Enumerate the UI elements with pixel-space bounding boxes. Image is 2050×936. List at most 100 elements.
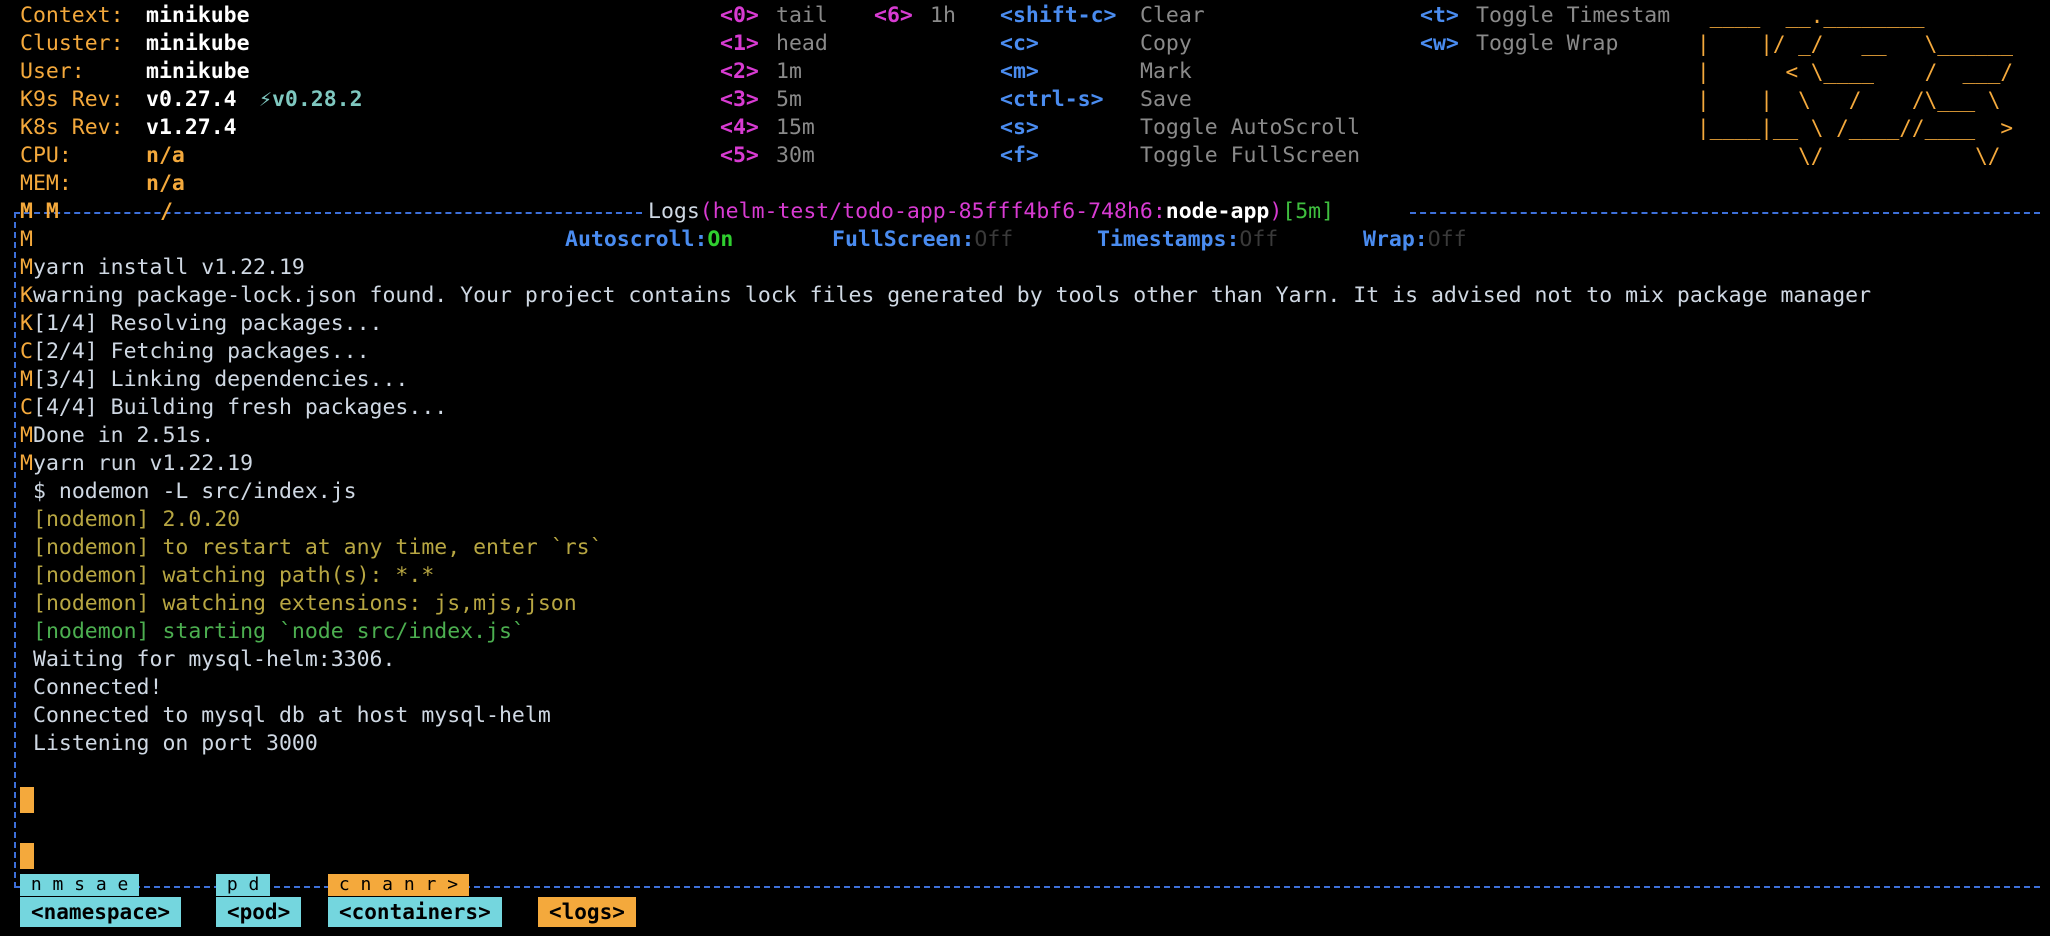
title-path: helm-test/todo-app-85fff4bf6-748h6:	[712, 199, 1166, 224]
shortcut-action: Toggle Wrap	[1476, 31, 1619, 56]
log-line-prefix	[20, 534, 33, 562]
autoscroll-status[interactable]: Autoscroll:On	[565, 226, 733, 254]
shortcut-key[interactable]: <s>	[1000, 114, 1039, 142]
info-value: n/a	[146, 171, 185, 196]
info-value: minikube	[146, 31, 250, 56]
shortcut-action: Toggle Timestam	[1476, 3, 1671, 28]
wrap-status[interactable]: Wrap:Off	[1363, 226, 1467, 254]
log-line-prefix	[20, 702, 33, 730]
shortcut-key[interactable]: <ctrl-s>	[1000, 86, 1104, 114]
title-range: [5m]	[1282, 199, 1335, 224]
timestamps-label: Timestamps:	[1097, 227, 1240, 252]
log-line-prefix	[20, 590, 33, 618]
tab-marker: c n a n r >	[328, 874, 469, 896]
breadcrumb-namespace[interactable]: <namespace>	[20, 897, 182, 927]
shortcut-key[interactable]: <f>	[1000, 142, 1039, 170]
frame-bottom-border	[14, 886, 2040, 888]
log-line: [nodemon] 2.0.20	[33, 507, 241, 532]
frame-corner-marker: M M	[20, 199, 59, 224]
title-close: )	[1269, 199, 1283, 224]
shortcut-key[interactable]: <1>	[720, 30, 759, 58]
log-cursor	[20, 787, 34, 813]
shortcut-action: head	[776, 31, 828, 56]
status-row-prefix: M	[20, 227, 33, 252]
shortcut-action: Toggle AutoScroll	[1140, 115, 1361, 140]
log-line-prefix: M	[20, 423, 33, 448]
shortcut-key[interactable]: <w>	[1420, 30, 1459, 58]
shortcut-key[interactable]: <c>	[1000, 30, 1039, 58]
shortcut-key[interactable]: <t>	[1420, 2, 1459, 30]
log-line: yarn install v1.22.19	[33, 255, 305, 280]
log-line-prefix: K	[20, 283, 33, 308]
log-line: [2/4] Fetching packages...	[33, 339, 370, 364]
log-line-prefix	[20, 478, 33, 506]
frame-left-border	[14, 212, 16, 888]
timestamps-status[interactable]: Timestamps:Off	[1097, 226, 1278, 254]
log-line: [nodemon] starting `node src/index.js`	[33, 619, 525, 644]
shortcut-action: 30m	[776, 143, 815, 168]
info-label: MEM:	[20, 171, 72, 196]
shortcut-key[interactable]: <6>	[874, 2, 913, 30]
logs-title: Logs(helm-test/todo-app-85fff4bf6-748h6:…	[648, 198, 1334, 226]
shortcut-key[interactable]: <m>	[1000, 58, 1039, 86]
title-open: (	[699, 199, 713, 224]
log-line: [nodemon] watching path(s): *.*	[33, 563, 435, 588]
breadcrumb-logs[interactable]: <logs>	[538, 897, 636, 927]
log-line: [nodemon] to restart at any time, enter …	[33, 535, 603, 560]
shortcut-action: Copy	[1140, 31, 1192, 56]
frame-slash-marker: /	[160, 199, 173, 224]
log-line-prefix: C	[20, 395, 33, 420]
log-line: Connected!	[33, 675, 163, 700]
log-line-prefix	[20, 674, 33, 702]
shortcut-action: Toggle FullScreen	[1140, 143, 1361, 168]
log-line-prefix: M	[20, 367, 33, 392]
log-line: yarn run v1.22.19	[33, 451, 254, 476]
log-line: [nodemon] watching extensions: js,mjs,js…	[33, 591, 577, 616]
tab-marker: n m s a e	[20, 874, 140, 896]
k9s-logo: ____ __.________ | |/ _/ __ \______ | < …	[1697, 4, 2014, 168]
shortcut-action: Save	[1140, 87, 1192, 112]
shortcut-action: 5m	[776, 87, 802, 112]
log-line: Listening on port 3000	[33, 731, 318, 756]
shortcut-key[interactable]: <3>	[720, 86, 759, 114]
log-line: [3/4] Linking dependencies...	[33, 367, 409, 392]
shortcut-key[interactable]: <5>	[720, 142, 759, 170]
shortcut-key[interactable]: <4>	[720, 114, 759, 142]
log-line: [1/4] Resolving packages...	[33, 311, 383, 336]
wrap-label: Wrap:	[1363, 227, 1428, 252]
log-line-prefix: K	[20, 311, 33, 336]
log-line-prefix	[20, 618, 33, 646]
fullscreen-status[interactable]: FullScreen:Off	[832, 226, 1013, 254]
log-line-prefix	[20, 730, 33, 758]
fullscreen-value: Off	[974, 227, 1014, 252]
frame-top-border-left	[14, 212, 642, 214]
breadcrumb-containers[interactable]: <containers>	[328, 897, 502, 927]
log-line-prefix: M	[20, 255, 33, 280]
log-line-prefix	[20, 646, 33, 674]
log-line-prefix: M	[20, 451, 33, 476]
breadcrumb-pod[interactable]: <pod>	[216, 897, 302, 927]
shortcut-action: 1m	[776, 59, 802, 84]
info-label: Context:	[20, 3, 124, 28]
shortcut-action: Mark	[1140, 59, 1192, 84]
info-label: K8s Rev:	[20, 115, 124, 140]
log-line: warning package-lock.json found. Your pr…	[33, 283, 1872, 308]
tab-marker: p d	[216, 874, 271, 896]
shortcut-key[interactable]: <0>	[720, 2, 759, 30]
log-line: Connected to mysql db at host mysql-helm	[33, 703, 551, 728]
shortcut-action: 1h	[930, 3, 956, 28]
log-cursor-bottom	[20, 843, 34, 869]
log-line: Done in 2.51s.	[33, 423, 215, 448]
log-line: $ nodemon -L src/index.js	[33, 479, 357, 504]
log-line: Waiting for mysql-helm:3306.	[33, 647, 396, 672]
shortcut-action: 15m	[776, 115, 815, 140]
info-label: K9s Rev:	[20, 87, 124, 112]
timestamps-value: Off	[1239, 227, 1279, 252]
shortcut-action: Clear	[1140, 3, 1205, 28]
info-label: User:	[20, 59, 85, 84]
info-label: Cluster:	[20, 31, 124, 56]
frame-top-border-right	[1410, 212, 2040, 214]
fullscreen-label: FullScreen:	[832, 227, 975, 252]
shortcut-key[interactable]: <2>	[720, 58, 759, 86]
shortcut-key[interactable]: <shift-c>	[1000, 2, 1117, 30]
